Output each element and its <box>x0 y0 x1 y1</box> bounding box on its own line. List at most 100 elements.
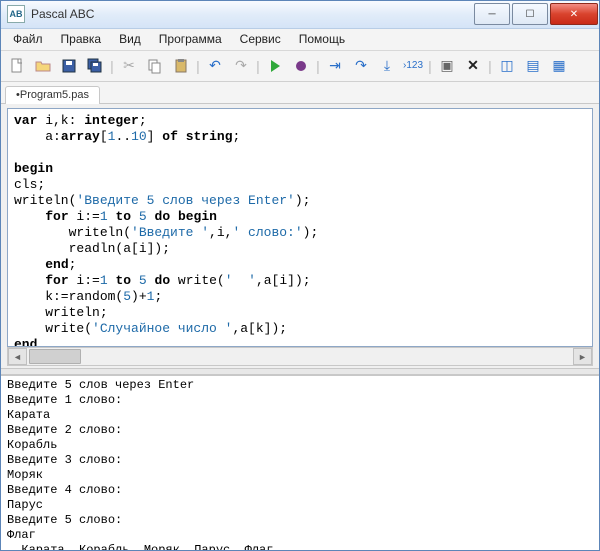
code-token: ; <box>69 257 77 272</box>
code-token: ' ' <box>225 273 256 288</box>
code-token: i,k: <box>37 113 84 128</box>
code-token: ; <box>154 289 162 304</box>
menu-help[interactable]: Помощь <box>291 30 353 48</box>
code-token <box>147 209 155 224</box>
code-token: . <box>37 337 45 347</box>
horizontal-scrollbar[interactable]: ◄ ► <box>7 347 593 366</box>
new-file-button[interactable] <box>5 54 29 78</box>
window-title: Pascal ABC <box>31 7 94 21</box>
stop-button[interactable] <box>289 54 313 78</box>
code-token: i:= <box>69 209 100 224</box>
menu-view[interactable]: Вид <box>111 30 149 48</box>
code-token: readln(a[i]); <box>14 241 170 256</box>
code-token: ; <box>139 113 147 128</box>
splitter[interactable] <box>1 368 599 375</box>
clear-output-button[interactable]: ✕ <box>461 54 485 78</box>
maximize-button[interactable]: ☐ <box>512 3 548 25</box>
output-line: Введите 2 слово: <box>7 423 122 437</box>
output-line: Флаг <box>7 528 36 542</box>
separator: | <box>427 55 433 77</box>
open-file-button[interactable] <box>31 54 55 78</box>
watch-button[interactable]: ›123 <box>401 54 425 78</box>
titlebar[interactable]: AB Pascal ABC ─ ☐ ✕ <box>1 1 599 29</box>
code-token: [ <box>100 129 108 144</box>
code-token: 1 <box>100 273 108 288</box>
code-token: 5 <box>139 273 147 288</box>
step-into-button[interactable]: ⇥ <box>323 54 347 78</box>
code-token: end <box>45 257 68 272</box>
menu-file[interactable]: Файл <box>5 30 51 48</box>
code-token <box>131 273 139 288</box>
code-token: a: <box>14 129 61 144</box>
output-line: Моряк <box>7 468 43 482</box>
scroll-right-button[interactable]: ► <box>573 348 592 365</box>
menubar: Файл Правка Вид Программа Сервис Помощь <box>1 29 599 51</box>
menu-program[interactable]: Программа <box>151 30 230 48</box>
code-token <box>14 257 45 272</box>
window-arrange-button[interactable]: ▦ <box>547 54 571 78</box>
code-token: cls; <box>14 177 45 192</box>
toolbar: | ✂ | ↶ ↷ | | ⇥ ↷ ⤓ ›123 | ▣ ✕ | ◫ ▤ ▦ <box>1 51 599 83</box>
code-editor[interactable]: var i,k: integer; a:array[1..10] of stri… <box>7 108 593 347</box>
code-token <box>14 209 45 224</box>
output-line: Введите 1 слово: <box>7 393 122 407</box>
toggle-breakpoint-button[interactable]: ▣ <box>435 54 459 78</box>
output-line: Карата Корабль Моряк Парус Флаг <box>7 543 273 550</box>
code-token: integer <box>84 113 139 128</box>
save-button[interactable] <box>57 54 81 78</box>
code-token: i:= <box>69 273 100 288</box>
scroll-left-button[interactable]: ◄ <box>8 348 27 365</box>
separator: | <box>255 55 261 77</box>
redo-button[interactable]: ↷ <box>229 54 253 78</box>
code-token: ,i, <box>209 225 232 240</box>
code-token: .. <box>115 129 131 144</box>
code-token <box>131 209 139 224</box>
code-token <box>147 273 155 288</box>
tab-program5[interactable]: •Program5.pas <box>5 86 100 104</box>
run-to-cursor-button[interactable]: ⤓ <box>375 54 399 78</box>
code-token: ' слово:' <box>232 225 302 240</box>
code-token: of <box>162 129 178 144</box>
code-token: write( <box>14 321 92 336</box>
separator: | <box>195 55 201 77</box>
window-controls: ─ ☐ ✕ <box>473 3 599 25</box>
code-token: writeln; <box>14 305 108 320</box>
code-token <box>170 209 178 224</box>
code-token: for <box>45 273 68 288</box>
undo-button[interactable]: ↶ <box>203 54 227 78</box>
output-line: Корабль <box>7 438 57 452</box>
code-token: writeln( <box>14 193 76 208</box>
window-tile-button[interactable]: ◫ <box>495 54 519 78</box>
paste-button[interactable] <box>169 54 193 78</box>
close-button[interactable]: ✕ <box>550 3 598 25</box>
code-token: writeln( <box>14 225 131 240</box>
output-line: Введите 3 слово: <box>7 453 122 467</box>
save-all-button[interactable] <box>83 54 107 78</box>
code-token: ); <box>303 225 319 240</box>
separator: | <box>487 55 493 77</box>
scroll-thumb[interactable] <box>29 349 81 364</box>
app-window: AB Pascal ABC ─ ☐ ✕ Файл Правка Вид Прог… <box>0 0 600 551</box>
code-token: ); <box>295 193 311 208</box>
separator: | <box>109 55 115 77</box>
output-pane[interactable]: Введите 5 слов через Enter Введите 1 сло… <box>1 375 599 550</box>
output-line: Введите 5 слов через Enter <box>7 378 194 392</box>
menu-edit[interactable]: Правка <box>53 30 110 48</box>
cut-button[interactable]: ✂ <box>117 54 141 78</box>
code-token: 'Введите 5 слов через Enter' <box>76 193 294 208</box>
code-blank <box>14 145 22 160</box>
window-cascade-button[interactable]: ▤ <box>521 54 545 78</box>
run-button[interactable] <box>263 54 287 78</box>
minimize-button[interactable]: ─ <box>474 3 510 25</box>
code-token <box>178 129 186 144</box>
code-token: 'Введите ' <box>131 225 209 240</box>
copy-button[interactable] <box>143 54 167 78</box>
app-icon: AB <box>7 5 25 23</box>
code-token: 1 <box>100 209 108 224</box>
step-over-button[interactable]: ↷ <box>349 54 373 78</box>
code-token: do <box>155 209 171 224</box>
code-token: array <box>61 129 100 144</box>
menu-service[interactable]: Сервис <box>232 30 289 48</box>
code-token: )+ <box>131 289 147 304</box>
code-token: ] <box>147 129 163 144</box>
